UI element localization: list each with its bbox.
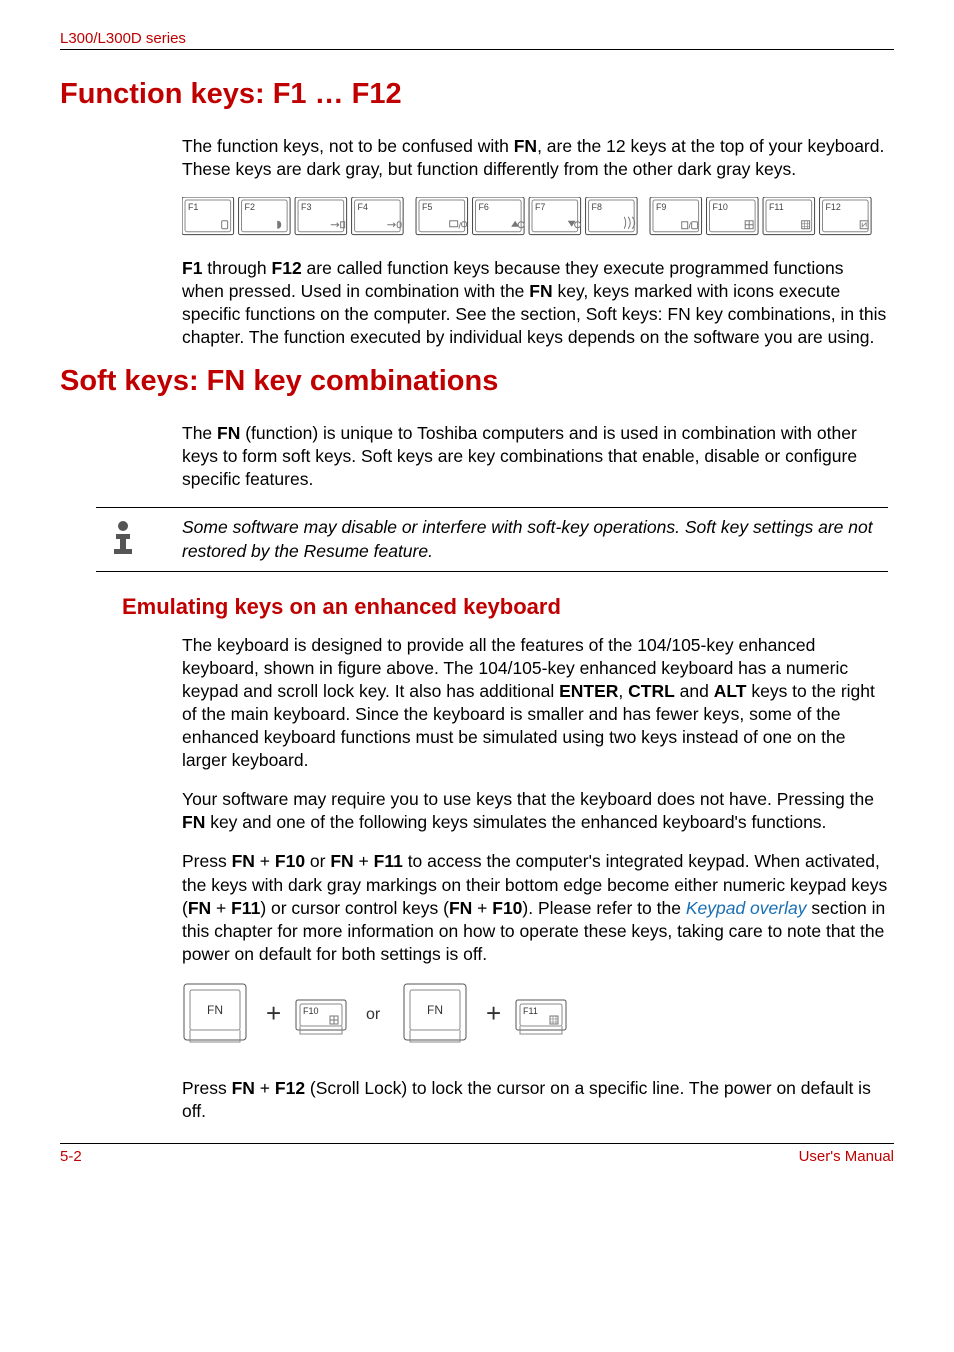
keypad-overlay-link[interactable]: Keypad overlay xyxy=(686,898,807,918)
f1-label: F1 xyxy=(182,258,202,278)
f10-label: F10 xyxy=(492,898,522,918)
key-f10-label: F10 xyxy=(712,202,727,212)
page-footer: 5-2 User's Manual xyxy=(60,1143,894,1165)
key-f8-label: F8 xyxy=(592,202,602,212)
text: + xyxy=(255,851,275,871)
fn-combo-figure: FN + F10 or FN + F11 xyxy=(182,982,894,1057)
text: + xyxy=(472,898,492,918)
key-f5-label: F5 xyxy=(422,202,432,212)
f11-label: F11 xyxy=(374,851,403,871)
f10-label: F10 xyxy=(275,851,305,871)
f12-label: F12 xyxy=(272,258,302,278)
f11-label: F11 xyxy=(231,898,260,918)
text: Press xyxy=(182,1078,232,1098)
section2-para4: Press FN + F10 or FN + F11 to access the… xyxy=(182,850,888,965)
key-f7-label: F7 xyxy=(535,202,545,212)
enter-label: ENTER xyxy=(559,681,618,701)
combo-f11-label: F11 xyxy=(523,1006,538,1016)
text: (function) is unique to Toshiba computer… xyxy=(182,423,857,489)
info-icon xyxy=(96,516,150,556)
text: , xyxy=(618,681,628,701)
text: Press xyxy=(182,851,232,871)
fn-label: FN xyxy=(232,851,255,871)
combo-plus-2: + xyxy=(486,998,501,1028)
combo-fn-label-1: FN xyxy=(207,1003,223,1017)
footer-manual-label: User's Manual xyxy=(799,1148,894,1165)
note-block: Some software may disable or interfere w… xyxy=(96,507,888,571)
section2-para5: Press FN + F12 (Scroll Lock) to lock the… xyxy=(182,1077,888,1123)
key-f9-label: F9 xyxy=(656,202,666,212)
ctrl-label: CTRL xyxy=(628,681,675,701)
key-f12-label: F12 xyxy=(825,202,840,212)
fn-label: FN xyxy=(182,812,205,832)
text: + xyxy=(255,1078,275,1098)
section2-title: Soft keys: FN key combinations xyxy=(60,365,894,398)
key-f6-label: F6 xyxy=(478,202,488,212)
text: The xyxy=(182,423,217,443)
text: ). Please refer to the xyxy=(522,898,685,918)
fn-label: FN xyxy=(529,281,552,301)
text: ) or cursor control keys ( xyxy=(260,898,449,918)
key-f4-label: F4 xyxy=(358,202,368,212)
text: + xyxy=(211,898,231,918)
fn-label: FN xyxy=(449,898,472,918)
section2-para3: Your software may require you to use key… xyxy=(182,788,888,834)
text: and xyxy=(675,681,714,701)
key-f11-label: F11 xyxy=(769,202,784,212)
text: through xyxy=(202,258,271,278)
fn-label: FN xyxy=(188,898,211,918)
combo-plus-1: + xyxy=(266,998,281,1028)
footer-page-number: 5-2 xyxy=(60,1148,82,1165)
header-series: L300/L300D series xyxy=(60,30,894,50)
section2-para2: The keyboard is designed to provide all … xyxy=(182,634,888,773)
combo-f10-label: F10 xyxy=(303,1006,319,1016)
fn-label: FN xyxy=(330,851,353,871)
section1-para2: F1 through F12 are called function keys … xyxy=(182,257,888,349)
section2-para1: The FN (function) is unique to Toshiba c… xyxy=(182,422,888,491)
key-f2-label: F2 xyxy=(245,202,255,212)
note-text: Some software may disable or interfere w… xyxy=(150,516,882,562)
text: The function keys, not to be confused wi… xyxy=(182,136,514,156)
combo-fn-label-2: FN xyxy=(427,1003,443,1017)
f12-label: F12 xyxy=(275,1078,305,1098)
section1-para1: The function keys, not to be confused wi… xyxy=(182,135,888,181)
fn-label: FN xyxy=(232,1078,255,1098)
section2-subtitle: Emulating keys on an enhanced keyboard xyxy=(122,594,894,620)
alt-label: ALT xyxy=(714,681,747,701)
combo-or-label: or xyxy=(366,1006,381,1023)
text: key and one of the following keys simula… xyxy=(205,812,826,832)
fn-label: FN xyxy=(217,423,240,443)
text: or xyxy=(305,851,330,871)
section1-title: Function keys: F1 … F12 xyxy=(60,78,894,111)
text: + xyxy=(354,851,374,871)
fn-label: FN xyxy=(514,136,537,156)
function-key-row-figure: F1 F2 F3 F4 F5/ F6 F7 F8 F9/ F10 F11 F12 xyxy=(182,197,888,239)
key-f1-label: F1 xyxy=(188,202,198,212)
key-f3-label: F3 xyxy=(301,202,311,212)
text: Your software may require you to use key… xyxy=(182,789,874,809)
